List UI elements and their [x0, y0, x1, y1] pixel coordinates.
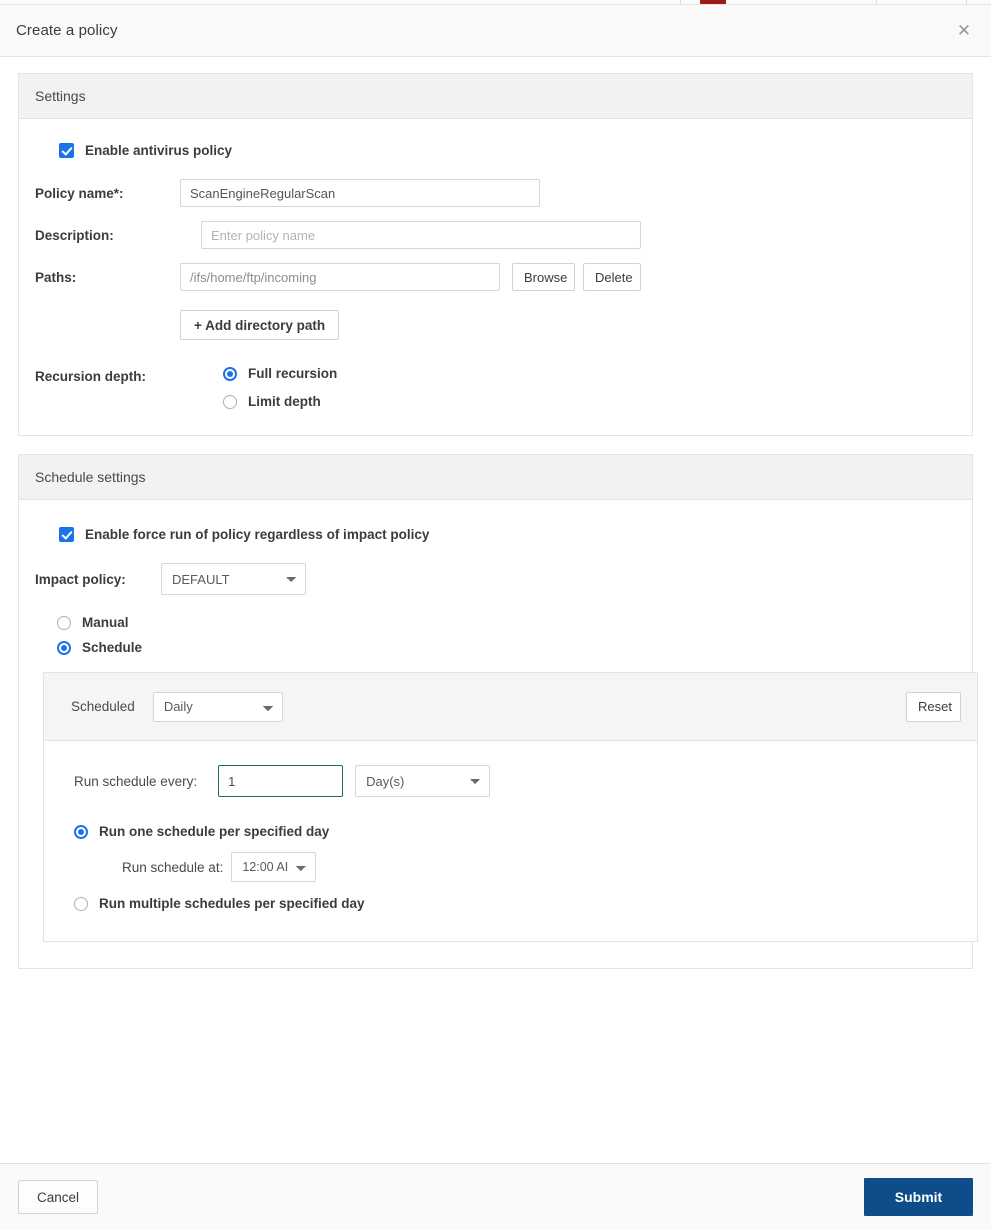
impact-policy-label: Impact policy: — [35, 572, 148, 587]
schedule-panel-body: Enable force run of policy regardless of… — [19, 500, 972, 968]
submit-button[interactable]: Submit — [864, 1178, 973, 1216]
policy-name-label: Policy name*: — [35, 186, 163, 201]
radio-full-recursion[interactable]: Full recursion — [223, 366, 337, 381]
full-recursion-radio[interactable] — [223, 367, 237, 381]
radio-manual[interactable]: Manual — [57, 615, 956, 630]
run-every-label: Run schedule every: — [74, 774, 197, 789]
enable-antivirus-policy-row[interactable]: Enable antivirus policy — [59, 143, 956, 158]
schedule-panel-header: Schedule settings — [19, 455, 972, 500]
dialog-title: Create a policy — [16, 22, 118, 39]
run-one-schedule-label: Run one schedule per specified day — [99, 824, 329, 839]
description-row: Description: — [35, 221, 956, 249]
run-at-row: Run schedule at: 12:00 AI — [122, 852, 961, 882]
add-directory-path-row: + Add directory path — [35, 310, 956, 340]
settings-panel-header: Settings — [19, 74, 972, 119]
description-input[interactable] — [201, 221, 641, 249]
scheduled-label: Scheduled — [71, 699, 135, 714]
force-run-checkbox[interactable] — [59, 527, 74, 542]
radio-limit-depth[interactable]: Limit depth — [223, 394, 337, 409]
paths-row: Paths: Browse Delete — [35, 263, 956, 291]
paths-label: Paths: — [35, 270, 163, 285]
force-run-row[interactable]: Enable force run of policy regardless of… — [59, 527, 956, 542]
run-at-time-select[interactable]: 12:00 AI — [231, 852, 316, 882]
force-run-label: Enable force run of policy regardless of… — [85, 527, 429, 542]
recursion-depth-label: Recursion depth: — [35, 366, 180, 384]
policy-name-row: Policy name*: — [35, 179, 956, 207]
policy-name-input[interactable] — [180, 179, 540, 207]
background-red-accent — [700, 0, 726, 4]
browse-button[interactable]: Browse — [512, 263, 575, 291]
path-input[interactable] — [180, 263, 500, 291]
settings-panel-body: Enable antivirus policy Policy name*: De… — [19, 119, 972, 435]
run-multiple-schedules-radio[interactable] — [74, 897, 88, 911]
scheduled-subpanel-body: Run schedule every: Day(s) Run one sched… — [44, 741, 977, 941]
run-every-input[interactable] — [218, 765, 343, 797]
create-policy-dialog: Create a policy ✕ Settings Enable antivi… — [0, 0, 991, 1230]
delete-path-button[interactable]: Delete — [583, 263, 641, 291]
reset-button[interactable]: Reset — [906, 692, 961, 722]
recursion-depth-row: Recursion depth: Full recursion Limit de… — [35, 366, 956, 409]
run-multiple-schedules-label: Run multiple schedules per specified day — [99, 896, 365, 911]
enable-antivirus-policy-label: Enable antivirus policy — [85, 143, 232, 158]
manual-radio[interactable] — [57, 616, 71, 630]
scheduled-subpanel-header: Scheduled Daily Reset — [44, 673, 977, 741]
run-every-row: Run schedule every: Day(s) — [74, 765, 961, 797]
impact-policy-row: Impact policy: DEFAULT — [35, 563, 956, 595]
limit-depth-label: Limit depth — [248, 394, 321, 409]
scheduled-frequency-select[interactable]: Daily — [153, 692, 283, 722]
description-label: Description: — [35, 228, 163, 243]
radio-run-multiple-schedules[interactable]: Run multiple schedules per specified day — [74, 896, 961, 911]
dialog-footer: Cancel Submit — [0, 1163, 991, 1230]
impact-policy-select[interactable]: DEFAULT — [161, 563, 306, 595]
radio-schedule[interactable]: Schedule — [57, 640, 956, 655]
schedule-panel-title: Schedule settings — [35, 469, 146, 485]
cancel-button[interactable]: Cancel — [18, 1180, 98, 1214]
full-recursion-label: Full recursion — [248, 366, 337, 381]
recursion-depth-options: Full recursion Limit depth — [223, 366, 337, 409]
run-one-schedule-radio[interactable] — [74, 825, 88, 839]
settings-panel: Settings Enable antivirus policy Policy … — [18, 73, 973, 436]
schedule-settings-panel: Schedule settings Enable force run of po… — [18, 454, 973, 969]
limit-depth-radio[interactable] — [223, 395, 237, 409]
settings-panel-title: Settings — [35, 88, 86, 104]
schedule-label: Schedule — [82, 640, 142, 655]
run-mode-options: Manual Schedule — [57, 615, 956, 655]
run-at-label: Run schedule at: — [122, 860, 223, 875]
close-icon[interactable]: ✕ — [951, 18, 977, 44]
dialog-body: Settings Enable antivirus policy Policy … — [0, 58, 991, 1163]
schedule-radio[interactable] — [57, 641, 71, 655]
run-every-unit-select[interactable]: Day(s) — [355, 765, 490, 797]
enable-antivirus-policy-checkbox[interactable] — [59, 143, 74, 158]
radio-run-one-schedule[interactable]: Run one schedule per specified day — [74, 824, 961, 839]
dialog-header: Create a policy ✕ — [0, 5, 991, 57]
scheduled-subpanel: Scheduled Daily Reset Run schedule every… — [43, 672, 978, 942]
add-directory-path-button[interactable]: + Add directory path — [180, 310, 339, 340]
manual-label: Manual — [82, 615, 129, 630]
